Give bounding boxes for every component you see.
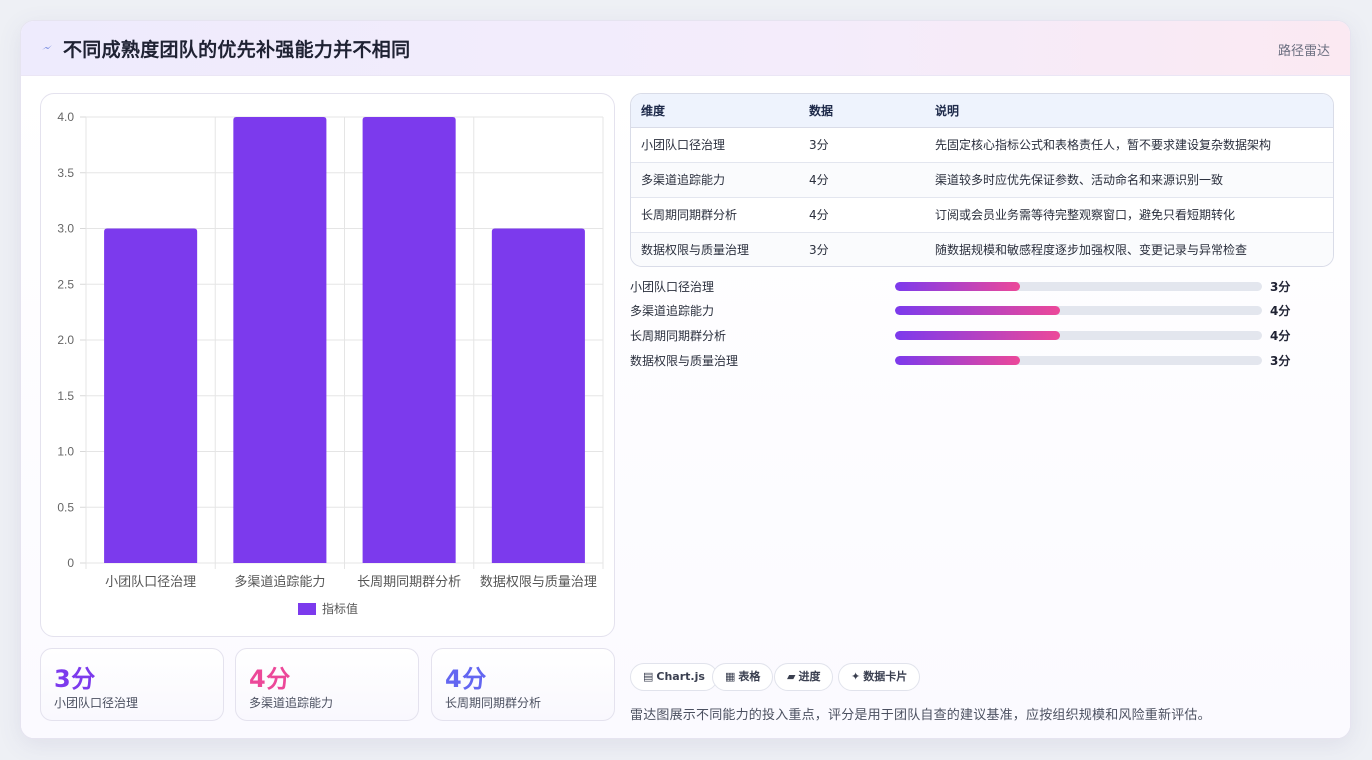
chip-table[interactable]: ▦ 表格 [712,663,774,691]
legend-label: 指标值 [322,601,358,616]
table-cell: 小团队口径治理 [641,138,726,152]
sparkle-icon: ✦ [851,670,861,683]
table-cell: 随数据规模和敏感程度逐步加强权限、变更记录与异常检查 [935,243,1248,258]
progress-value: 4分 [1270,304,1291,318]
y-tick-label: 0.5 [57,500,74,514]
progress-track [895,331,1262,340]
bar [233,117,327,563]
y-tick-label: 4.0 [57,110,74,124]
table-icon: ▦ [725,670,736,683]
table-row: 长周期同期群分析 4分 订阅或会员业务需等待完整观察窗口，避免只看短期转化 [631,197,1333,232]
progress-icon: ▰ [787,670,796,683]
progress-label: 长周期同期群分析 [630,329,727,343]
progress-row: 多渠道追踪能力 4分 [630,302,1330,318]
progress-track [895,282,1262,291]
chip-data-card[interactable]: ✦ 数据卡片 [838,663,921,691]
chip-label: 表格 [738,670,761,683]
progress-fill [895,356,1020,365]
stat-card-2: 4分 多渠道追踪能力 [235,648,419,721]
progress-fill [895,306,1061,315]
progress-value: 4分 [1270,329,1291,343]
legend-swatch [298,603,316,615]
progress-row: 小团队口径治理 3分 [630,278,1330,294]
y-tick-label: 0 [67,556,74,570]
progress-track [895,306,1262,315]
table-cell: 3分 [809,138,829,152]
bar [491,228,585,563]
y-tick-label: 1.5 [57,389,74,403]
x-tick-label: 小团队口径治理 [105,575,196,590]
table-cell: 多渠道追踪能力 [641,173,726,187]
progress-row: 数据权限与质量治理 3分 [630,352,1330,368]
data-table: 维度 数据 说明 小团队口径治理 3分 先固定核心指标公式和表格责任人，暂不要求… [630,93,1334,267]
table-row: 小团队口径治理 3分 先固定核心指标公式和表格责任人，暂不要求建设复杂数据架构 [631,127,1333,162]
table-row: 多渠道追踪能力 4分 渠道较多时应优先保证参数、活动命名和来源识别一致 [631,162,1333,197]
stat-card-3: 4分 长周期同期群分析 [431,648,615,721]
stat-label: 多渠道追踪能力 [249,696,334,710]
y-tick-label: 3.5 [57,166,74,180]
progress-fill [895,282,1020,291]
stat-card-1: 3分 小团队口径治理 [40,648,224,721]
header-tag: 路径雷达 [1277,44,1330,59]
chart-icon: ▤ [643,670,654,683]
y-tick-label: 2.0 [57,333,74,347]
progress-label: 小团队口径治理 [630,280,715,294]
chip-label: 数据卡片 [863,670,908,683]
progress-value: 3分 [1270,280,1291,294]
y-tick-label: 1.0 [57,445,74,459]
table-cell: 3分 [809,243,829,258]
stat-value: 4分 [249,665,291,693]
bar [104,228,198,563]
progress-row: 长周期同期群分析 4分 [630,327,1330,343]
progress-value: 3分 [1270,354,1291,368]
table-header-row: 维度 数据 说明 [631,94,1333,128]
bar-chart: 4.0 3.5 3.0 2.5 2.0 1.5 1.0 0.5 0 小团队口径治理 多渠道追踪能力 长… [57,110,604,616]
progress-label: 多渠道追踪能力 [630,304,715,318]
stat-label: 长周期同期群分析 [445,696,542,710]
stat-value: 3分 [54,665,96,693]
card-header: 不同成熟度团队的优先补强能力并不相同 路径雷达 [21,21,1350,76]
table-row: 数据权限与质量治理 3分 随数据规模和敏感程度逐步加强权限、变更记录与异常检查 [631,232,1333,266]
chip-label: Chart.js [656,670,705,683]
x-tick-label: 数据权限与质量治理 [480,574,597,590]
column-header-description: 说明 [925,94,1333,128]
chip-label: 进度 [798,670,821,683]
chip-chartjs[interactable]: ▤ Chart.js [630,663,718,691]
table-cell: 先固定核心指标公式和表格责任人，暂不要求建设复杂数据架构 [935,138,1272,152]
table-cell: 订阅或会员业务需等待完整观察窗口，避免只看短期转化 [935,208,1236,222]
table-cell: 4分 [809,208,829,222]
x-tick-label: 多渠道追踪能力 [234,574,325,590]
x-tick-label: 长周期同期群分析 [357,575,461,590]
table-cell: 数据权限与质量治理 [641,243,750,258]
table-cell: 长周期同期群分析 [641,208,738,222]
y-tick-label: 3.0 [57,222,74,236]
footnote: 雷达图展示不同能力的投入重点，评分是用于团队自查的建议基准，应按组织规模和风险重… [630,708,1211,723]
column-header-dimension: 维度 [631,94,799,128]
progress-track [895,356,1262,365]
stat-value: 4分 [445,665,487,693]
bar-chart-panel: 4.0 3.5 3.0 2.5 2.0 1.5 1.0 0.5 0 小团队口径治理 多渠道追踪能力 长… [40,93,615,637]
page-title: 不同成熟度团队的优先补强能力并不相同 [63,39,411,61]
lightning-icon [42,45,52,50]
progress-label: 数据权限与质量治理 [630,354,739,368]
bar [362,117,456,563]
progress-fill [895,331,1061,340]
chip-progress[interactable]: ▰ 进度 [774,663,834,691]
stat-label: 小团队口径治理 [54,696,139,710]
column-header-value: 数据 [799,94,925,128]
table-cell: 渠道较多时应优先保证参数、活动命名和来源识别一致 [935,173,1224,187]
y-tick-label: 2.5 [57,277,74,291]
main-card: 不同成熟度团队的优先补强能力并不相同 路径雷达 4.0 3.5 3.0 2.5 2.0 1… [20,20,1351,739]
table-cell: 4分 [809,173,829,187]
